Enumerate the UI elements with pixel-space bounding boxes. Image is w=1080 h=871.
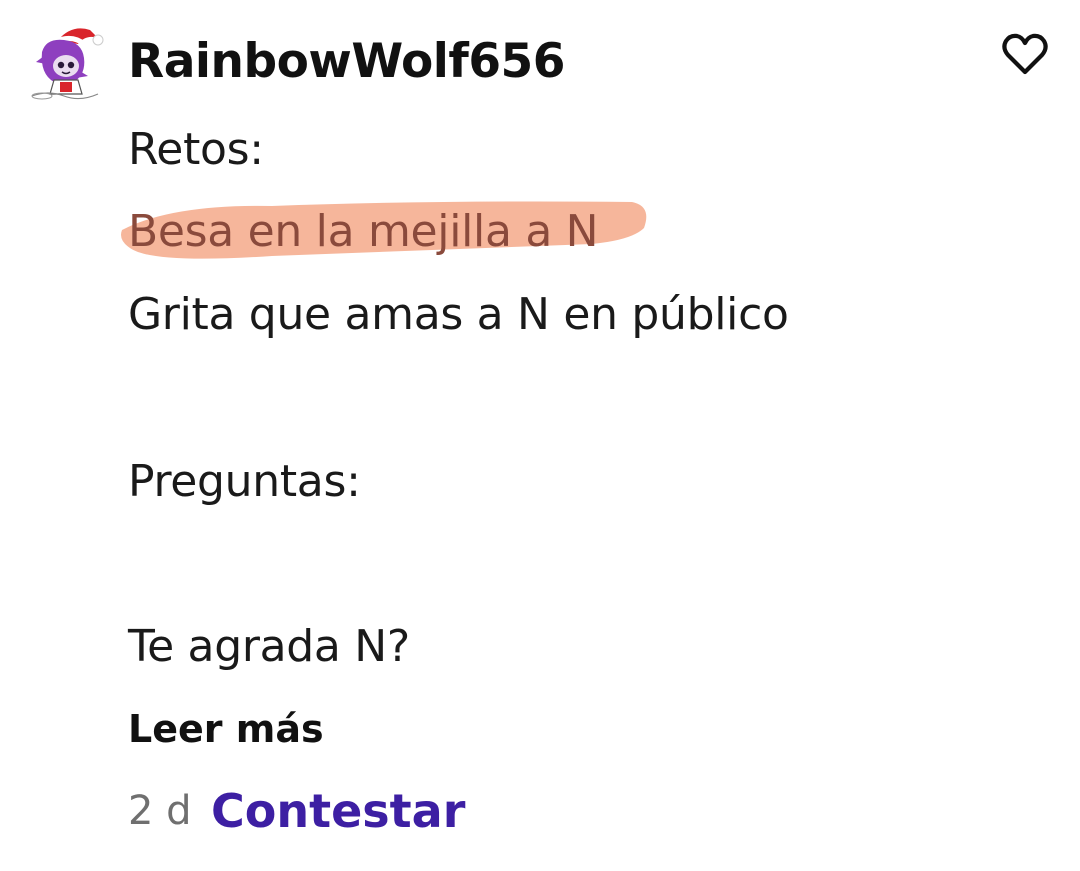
heart-outline-icon[interactable] [1000, 30, 1050, 78]
comment-line-reto-1: Besa en la mejilla a N [128, 206, 599, 257]
timestamp: 2 d [128, 788, 192, 834]
reply-button[interactable]: Contestar [211, 780, 465, 842]
comment-line-retos-heading: Retos: [128, 124, 264, 175]
comment-line-preguntas-heading: Preguntas: [128, 456, 361, 507]
read-more-link[interactable]: Leer más [128, 700, 324, 758]
comment-card: RainbowWolf656 Retos: Besa en la mejilla… [0, 0, 1080, 871]
comment-line-pregunta-1: Te agrada N? [128, 621, 410, 672]
avatar[interactable] [28, 22, 104, 102]
username[interactable]: RainbowWolf656 [128, 30, 565, 94]
comment-line-reto-2: Grita que amas a N en público [128, 289, 789, 340]
